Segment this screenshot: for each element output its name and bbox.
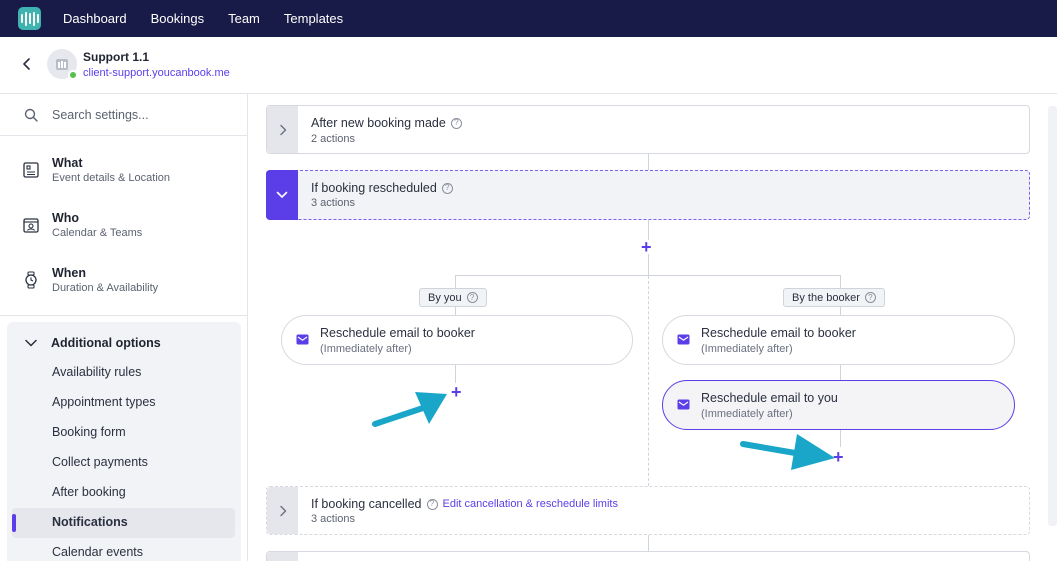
action-title: Reschedule email to booker — [701, 326, 856, 340]
right-panel-edge — [1048, 106, 1057, 526]
booking-page-title: Support 1.1 — [83, 50, 150, 64]
action-title: Reschedule email to you — [701, 391, 838, 405]
connector-line — [840, 430, 841, 447]
sidebar-section-title: Who — [52, 210, 80, 225]
sidebar-item-notifications[interactable]: Notifications — [52, 515, 128, 529]
sidebar-section-subtitle: Event details & Location — [52, 171, 171, 184]
action-reschedule-email-booker-by-you[interactable]: Reschedule email to booker (Immediately … — [281, 315, 633, 365]
annotation-arrow-icon — [372, 392, 447, 427]
action-reschedule-email-to-you[interactable]: Reschedule email to you (Immediately aft… — [662, 380, 1015, 430]
calendar-logo-icon — [56, 59, 68, 70]
trigger-new-booking[interactable]: After new booking made ? 2 actions — [266, 105, 1030, 154]
add-action-plus-icon[interactable]: + — [641, 238, 652, 256]
connector-line — [455, 365, 456, 383]
help-icon[interactable]: ? — [466, 292, 478, 303]
contact-card-icon — [21, 215, 41, 235]
edit-cancellation-limits-link[interactable]: Edit cancellation & reschedule limits — [443, 498, 618, 510]
collapse-toggle[interactable] — [266, 170, 298, 220]
sidebar-item-appointment-types[interactable]: Appointment types — [52, 395, 156, 409]
settings-search[interactable]: Search settings... — [0, 94, 247, 136]
branch-line — [455, 275, 456, 289]
watch-icon — [21, 270, 41, 290]
additional-options-panel: Additional options Availability rules Ap… — [7, 322, 241, 561]
nav-dashboard[interactable]: Dashboard — [63, 11, 127, 26]
trigger-title: If booking cancelled — [311, 497, 422, 511]
trigger-booking-cancelled[interactable]: If booking cancelled ? Edit cancellation… — [266, 486, 1030, 535]
branch-line — [840, 275, 841, 289]
search-icon — [24, 108, 38, 122]
sidebar-item-collect-payments[interactable]: Collect payments — [52, 455, 148, 469]
action-timing: (Immediately after) — [320, 343, 412, 355]
action-timing: (Immediately after) — [701, 408, 793, 420]
avatar — [47, 49, 78, 80]
back-button[interactable] — [18, 55, 36, 73]
expand-toggle[interactable] — [267, 552, 298, 561]
help-icon[interactable]: ? — [441, 182, 453, 194]
trigger-title: After new booking made — [311, 116, 446, 130]
document-icon — [21, 160, 41, 180]
trigger-next-card[interactable] — [266, 551, 1030, 561]
chevron-right-icon — [279, 124, 286, 135]
add-action-plus-icon[interactable]: + — [451, 383, 462, 401]
top-nav: Dashboard Bookings Team Templates — [0, 0, 1057, 37]
sidebar-section-what[interactable]: What Event details & Location — [0, 142, 247, 197]
additional-options-heading: Additional options — [51, 336, 161, 350]
sidebar-section-who[interactable]: Who Calendar & Teams — [0, 197, 247, 252]
action-title: Reschedule email to booker — [320, 326, 475, 340]
connector-line — [648, 254, 649, 276]
sidebar-section-subtitle: Duration & Availability — [52, 281, 159, 294]
additional-options-toggle[interactable]: Additional options — [25, 336, 161, 350]
sidebar-section-title: When — [52, 265, 87, 280]
expand-toggle[interactable] — [267, 487, 298, 534]
dashed-divider — [648, 276, 649, 486]
chevron-left-icon — [23, 58, 30, 70]
nav-bookings[interactable]: Bookings — [151, 11, 204, 26]
branch-label-text: By the booker — [792, 291, 860, 304]
sidebar-item-booking-form[interactable]: Booking form — [52, 425, 126, 439]
trigger-action-count: 2 actions — [311, 133, 356, 145]
branch-label-by-the-booker: By the booker ? — [783, 288, 885, 307]
trigger-action-count: 3 actions — [311, 513, 356, 525]
connector-line — [840, 365, 841, 380]
sidebar-divider — [0, 315, 247, 316]
chevron-down-icon — [276, 191, 288, 198]
help-icon[interactable]: ? — [450, 117, 462, 129]
branch-label-text: By you — [428, 291, 462, 304]
mail-icon — [677, 334, 690, 345]
settings-sidebar: Search settings... What Event details & … — [0, 94, 248, 561]
chevron-right-icon — [279, 505, 286, 516]
help-icon[interactable]: ? — [864, 292, 876, 303]
workflow-canvas: After new booking made ? 2 actions If bo… — [249, 94, 1057, 561]
branch-label-by-you: By you ? — [419, 288, 487, 307]
sidebar-item-availability-rules[interactable]: Availability rules — [52, 365, 141, 379]
sidebar-section-subtitle: Calendar & Teams — [52, 226, 143, 239]
search-input[interactable]: Search settings... — [52, 108, 149, 122]
nav-team[interactable]: Team — [228, 11, 260, 26]
sidebar-item-after-booking[interactable]: After booking — [52, 485, 126, 499]
sidebar-item-calendar-events[interactable]: Calendar events — [52, 545, 143, 559]
connector-line — [648, 154, 649, 170]
trigger-title: If booking rescheduled — [311, 181, 437, 195]
expand-toggle[interactable] — [267, 106, 298, 153]
trigger-action-count: 3 actions — [311, 197, 356, 209]
nav-templates[interactable]: Templates — [284, 11, 343, 26]
page-header: Support 1.1 client-support.youcanbook.me — [0, 37, 1057, 94]
sidebar-section-title: What — [52, 155, 83, 170]
booking-page-link[interactable]: client-support.youcanbook.me — [83, 67, 230, 79]
trigger-booking-rescheduled[interactable]: If booking rescheduled ? 3 actions — [266, 170, 1030, 220]
connector-line — [648, 535, 649, 551]
active-option-indicator — [12, 514, 16, 532]
chevron-down-icon — [25, 339, 37, 347]
app-logo[interactable] — [18, 7, 41, 30]
mail-icon — [296, 334, 309, 345]
mail-icon — [677, 399, 690, 410]
help-icon[interactable]: ? — [426, 498, 438, 510]
annotation-arrow-icon — [740, 434, 835, 470]
action-timing: (Immediately after) — [701, 343, 793, 355]
action-reschedule-email-booker-by-booker[interactable]: Reschedule email to booker (Immediately … — [662, 315, 1015, 365]
sidebar-section-when[interactable]: When Duration & Availability — [0, 252, 247, 307]
online-status-dot — [68, 70, 78, 80]
